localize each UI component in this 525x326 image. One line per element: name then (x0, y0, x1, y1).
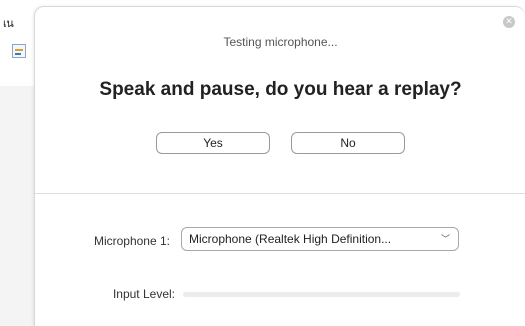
input-level-meter (183, 292, 460, 297)
close-icon[interactable]: ✕ (503, 16, 515, 28)
no-button[interactable]: No (291, 132, 405, 154)
background-text: เน (3, 18, 14, 30)
chevron-down-icon: ﹀ (440, 234, 450, 244)
microphone-select[interactable]: Microphone (Realtek High Definition... ﹀ (181, 227, 459, 251)
test-microphone-dialog: ✕ Testing microphone... Speak and pause,… (34, 6, 525, 326)
status-text: Testing microphone... (223, 35, 338, 49)
dialog-question: Speak and pause, do you hear a replay? (99, 79, 462, 100)
divider (35, 193, 525, 194)
yes-button[interactable]: Yes (156, 132, 270, 154)
microphone-label: Microphone 1: (93, 234, 170, 248)
input-level-label: Input Level: (112, 287, 175, 301)
document-icon (12, 44, 26, 58)
background-panel (0, 86, 34, 326)
microphone-select-value: Microphone (Realtek High Definition... (189, 232, 392, 246)
